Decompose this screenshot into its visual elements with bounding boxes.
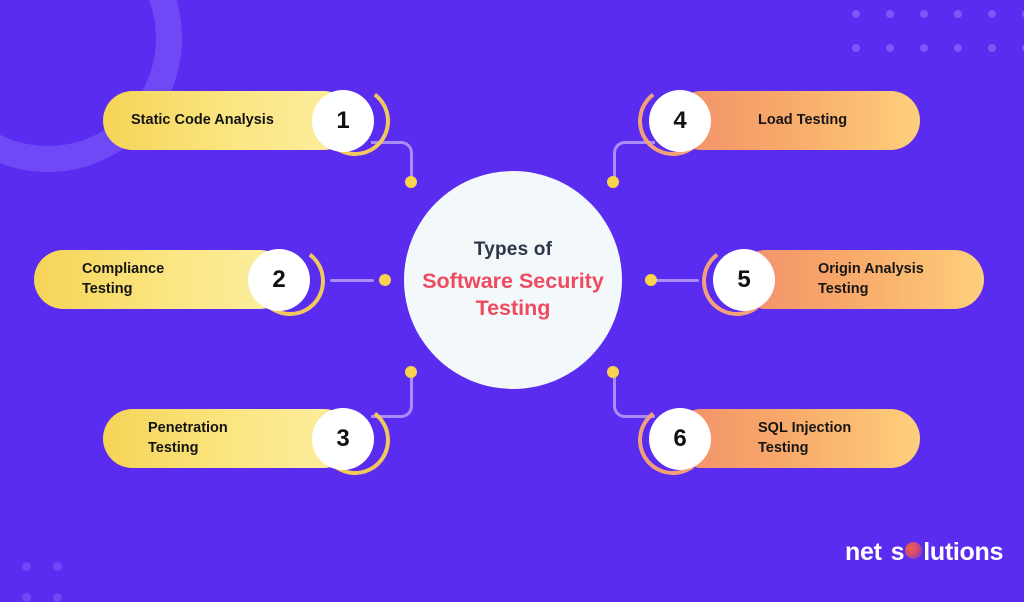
decor-dot — [920, 10, 928, 18]
decor-dot — [53, 593, 62, 602]
connector-dot — [405, 176, 417, 188]
decor-dot — [988, 10, 996, 18]
center-circle: Types of Software Security Testing — [404, 171, 622, 389]
decor-dot — [22, 562, 31, 571]
decorative-dot-grid-bottom-left — [22, 562, 62, 602]
connector-dot — [645, 274, 657, 286]
decor-dot — [886, 10, 894, 18]
connector-dot — [405, 366, 417, 378]
decorative-dot-grid-top-right — [852, 10, 1024, 52]
number-badge-2: 2 — [248, 249, 310, 311]
decor-dot — [920, 44, 928, 52]
card-label-3: Penetration Testing — [148, 419, 228, 456]
logo-word-s: s — [890, 538, 905, 566]
decor-dot — [852, 10, 860, 18]
card-label-2: Compliance Testing — [82, 260, 165, 297]
decor-dot — [886, 44, 894, 52]
decor-dot — [954, 10, 962, 18]
number-badge-5: 5 — [713, 249, 775, 311]
brand-logo: net s lutions — [845, 538, 1003, 567]
connector-dot — [607, 366, 619, 378]
decor-dot — [22, 593, 31, 602]
decor-dot — [852, 44, 860, 52]
logo-word-net: net — [845, 538, 882, 566]
logo-word-lutions: lutions — [923, 538, 1004, 566]
center-title: Software Security Testing — [422, 268, 604, 320]
decor-dot — [954, 44, 962, 52]
connector-dot — [607, 176, 619, 188]
logo-gradient-circle-icon — [905, 542, 923, 559]
card-label-1: Static Code Analysis — [131, 111, 274, 128]
center-subtitle: Types of — [473, 238, 553, 260]
number-badge-4: 4 — [649, 90, 711, 152]
connector-dot — [379, 274, 391, 286]
decor-dot — [53, 562, 62, 571]
card-label-4: Load Testing — [758, 111, 848, 128]
infographic-canvas: Static Code Analysis 1 Compliance Testin… — [0, 0, 1024, 602]
card-label-5: Origin Analysis Testing — [818, 260, 924, 297]
number-badge-6: 6 — [649, 408, 711, 470]
decor-dot — [988, 44, 996, 52]
number-badge-1: 1 — [312, 90, 374, 152]
number-badge-3: 3 — [312, 408, 374, 470]
card-label-6: SQL Injection Testing — [758, 419, 852, 456]
